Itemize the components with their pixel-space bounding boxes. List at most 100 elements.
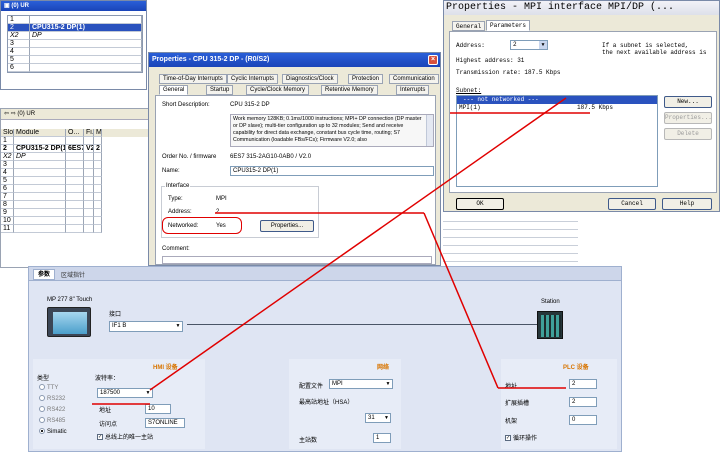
- radio-option[interactable]: RS422: [39, 405, 67, 416]
- mpi-dialog-title: Properties - MPI interface MPI/DP (...: [446, 2, 675, 13]
- only-master-checkbox[interactable]: ✓: [97, 434, 103, 441]
- help-button[interactable]: Help: [662, 198, 712, 210]
- table-row[interactable]: 7: [1, 193, 150, 201]
- rack-row[interactable]: 1: [8, 16, 142, 24]
- hmi-device-icon[interactable]: [47, 307, 91, 337]
- table-row[interactable]: 9: [1, 209, 150, 217]
- rack-slot: X2: [8, 32, 30, 40]
- subnet-list: --- not networked --- MPI(1) 187.5 Kbps: [456, 95, 658, 187]
- table-row[interactable]: 1: [1, 137, 150, 145]
- tab-interrupts[interactable]: Interrupts: [396, 85, 430, 95]
- table-cell: [94, 201, 102, 209]
- ext-slot-field[interactable]: 2: [569, 397, 597, 407]
- radio-option[interactable]: TTY: [39, 383, 67, 394]
- radio-option[interactable]: RS485: [39, 416, 67, 427]
- dropdown-arrow-icon[interactable]: ▼: [539, 41, 547, 49]
- delete-button[interactable]: Delete: [664, 128, 712, 140]
- table-row[interactable]: X2 DP: [1, 153, 150, 161]
- column-header[interactable]: Slot: [1, 129, 14, 137]
- table-row[interactable]: 8: [1, 201, 150, 209]
- table-row[interactable]: 2CPU315-2 DP(1)6ES7...V2.02: [1, 145, 150, 153]
- rack-row[interactable]: 4: [8, 48, 142, 56]
- radio-button[interactable]: [39, 428, 45, 435]
- radio-button[interactable]: [39, 417, 45, 424]
- interface-select[interactable]: IF1 B ▼: [109, 321, 183, 332]
- master-count-field[interactable]: 1: [373, 433, 391, 443]
- rack-field[interactable]: 0: [569, 415, 597, 425]
- tab-retentive[interactable]: Retentive Memory: [321, 85, 378, 95]
- hmi-address-field[interactable]: 10: [145, 404, 171, 414]
- access-point-field[interactable]: S7ONLINE: [145, 418, 185, 428]
- tab-time-of-day[interactable]: Time-of-Day Interrupts: [159, 74, 227, 84]
- column-header[interactable]: M...: [94, 129, 102, 137]
- rack-row[interactable]: 2 CPU315-2 DP(1): [8, 24, 142, 32]
- radio-option[interactable]: Simatic: [39, 427, 67, 438]
- table-row[interactable]: 3: [1, 161, 150, 169]
- radio-option[interactable]: RS232: [39, 394, 67, 405]
- hw-table: SlotModuleO...Fi...M...12CPU315-2 DP(1)6…: [1, 129, 150, 233]
- short-desc-value: CPU 315-2 DP: [230, 102, 270, 108]
- rack-row[interactable]: 3: [8, 40, 142, 48]
- tab-cycle-clock[interactable]: Cycle/Clock Memory: [246, 85, 310, 95]
- column-header[interactable]: Fi...: [84, 129, 94, 137]
- tab-general[interactable]: General: [159, 85, 189, 95]
- mpi-note-line2: the next available address is: [602, 49, 707, 56]
- table-cell: [94, 193, 102, 201]
- description-scrollbar[interactable]: [426, 115, 433, 146]
- plc-station-icon[interactable]: [537, 311, 563, 339]
- tab-area-pointer[interactable]: 区域指针: [61, 270, 85, 279]
- ok-button[interactable]: OK: [456, 198, 504, 210]
- column-header[interactable]: Module: [14, 129, 66, 137]
- column-header[interactable]: O...: [66, 129, 84, 137]
- cyclic-operation-checkbox[interactable]: ✓: [505, 435, 511, 442]
- comment-field[interactable]: [162, 256, 432, 264]
- table-cell: [66, 185, 84, 193]
- table-row[interactable]: 10: [1, 217, 150, 225]
- table-cell: [66, 209, 84, 217]
- table-header: SlotModuleO...Fi...M...: [1, 129, 150, 137]
- forward-arrow-icon[interactable]: ⇨: [11, 111, 16, 117]
- plc-address-field[interactable]: 2: [569, 379, 597, 389]
- rack-row[interactable]: 6: [8, 64, 142, 72]
- mpi-properties-button[interactable]: Properties...: [664, 112, 712, 124]
- comment-label: Comment:: [162, 246, 190, 252]
- tab-protection[interactable]: Protection: [348, 74, 384, 84]
- table-row[interactable]: 6: [1, 185, 150, 193]
- tab-cyclic-interrupts[interactable]: Cyclic Interrupts: [227, 74, 279, 84]
- radio-button[interactable]: [39, 384, 45, 391]
- cyclic-operation-option[interactable]: ✓ 循环操作: [505, 433, 537, 442]
- dropdown-arrow-icon[interactable]: ▼: [144, 389, 152, 397]
- new-button[interactable]: New...: [664, 96, 712, 108]
- subnet-item-mpi1[interactable]: MPI(1) 187.5 Kbps: [457, 104, 657, 112]
- mpi-address-select[interactable]: 2 ▼: [510, 40, 548, 50]
- tab-diagnostics[interactable]: Diagnostics/Clock: [282, 74, 338, 84]
- back-arrow-icon[interactable]: ⇦: [4, 111, 9, 117]
- close-icon[interactable]: ×: [428, 55, 438, 65]
- radio-button[interactable]: [39, 395, 45, 402]
- rack-row[interactable]: X2 DP: [8, 32, 142, 40]
- radio-button[interactable]: [39, 406, 45, 413]
- highest-station-select[interactable]: 31 ▼: [365, 413, 391, 423]
- properties-button[interactable]: Properties...: [260, 220, 314, 232]
- cancel-button[interactable]: Cancel: [608, 198, 656, 210]
- dropdown-arrow-icon[interactable]: ▼: [384, 380, 392, 388]
- table-row[interactable]: 4: [1, 169, 150, 177]
- table-row[interactable]: 5: [1, 177, 150, 185]
- tab-parameters[interactable]: 参数: [33, 269, 56, 280]
- tab-mpi-parameters[interactable]: Parameters: [486, 20, 531, 31]
- only-master-option[interactable]: ✓ 总线上的唯一主站: [97, 432, 153, 441]
- rack-row[interactable]: 5: [8, 56, 142, 64]
- tab-mpi-general[interactable]: General: [452, 21, 486, 31]
- table-cell: [66, 177, 84, 185]
- hmi-section-title: HMI 设备: [153, 365, 178, 371]
- dropdown-arrow-icon[interactable]: ▼: [174, 322, 182, 331]
- baud-select[interactable]: 187500 ▼: [97, 388, 153, 398]
- tab-startup[interactable]: Startup: [206, 85, 234, 95]
- name-field[interactable]: CPU315-2 DP(1): [230, 166, 434, 176]
- subnet-item-not-networked[interactable]: --- not networked ---: [457, 96, 657, 104]
- table-row[interactable]: 11: [1, 225, 150, 233]
- dropdown-arrow-icon[interactable]: ▼: [383, 414, 390, 422]
- profile-select[interactable]: MPI ▼: [329, 379, 393, 389]
- mpi-properties-dialog: Properties - MPI interface MPI/DP (... G…: [443, 0, 720, 212]
- tab-communication[interactable]: Communication: [389, 74, 439, 84]
